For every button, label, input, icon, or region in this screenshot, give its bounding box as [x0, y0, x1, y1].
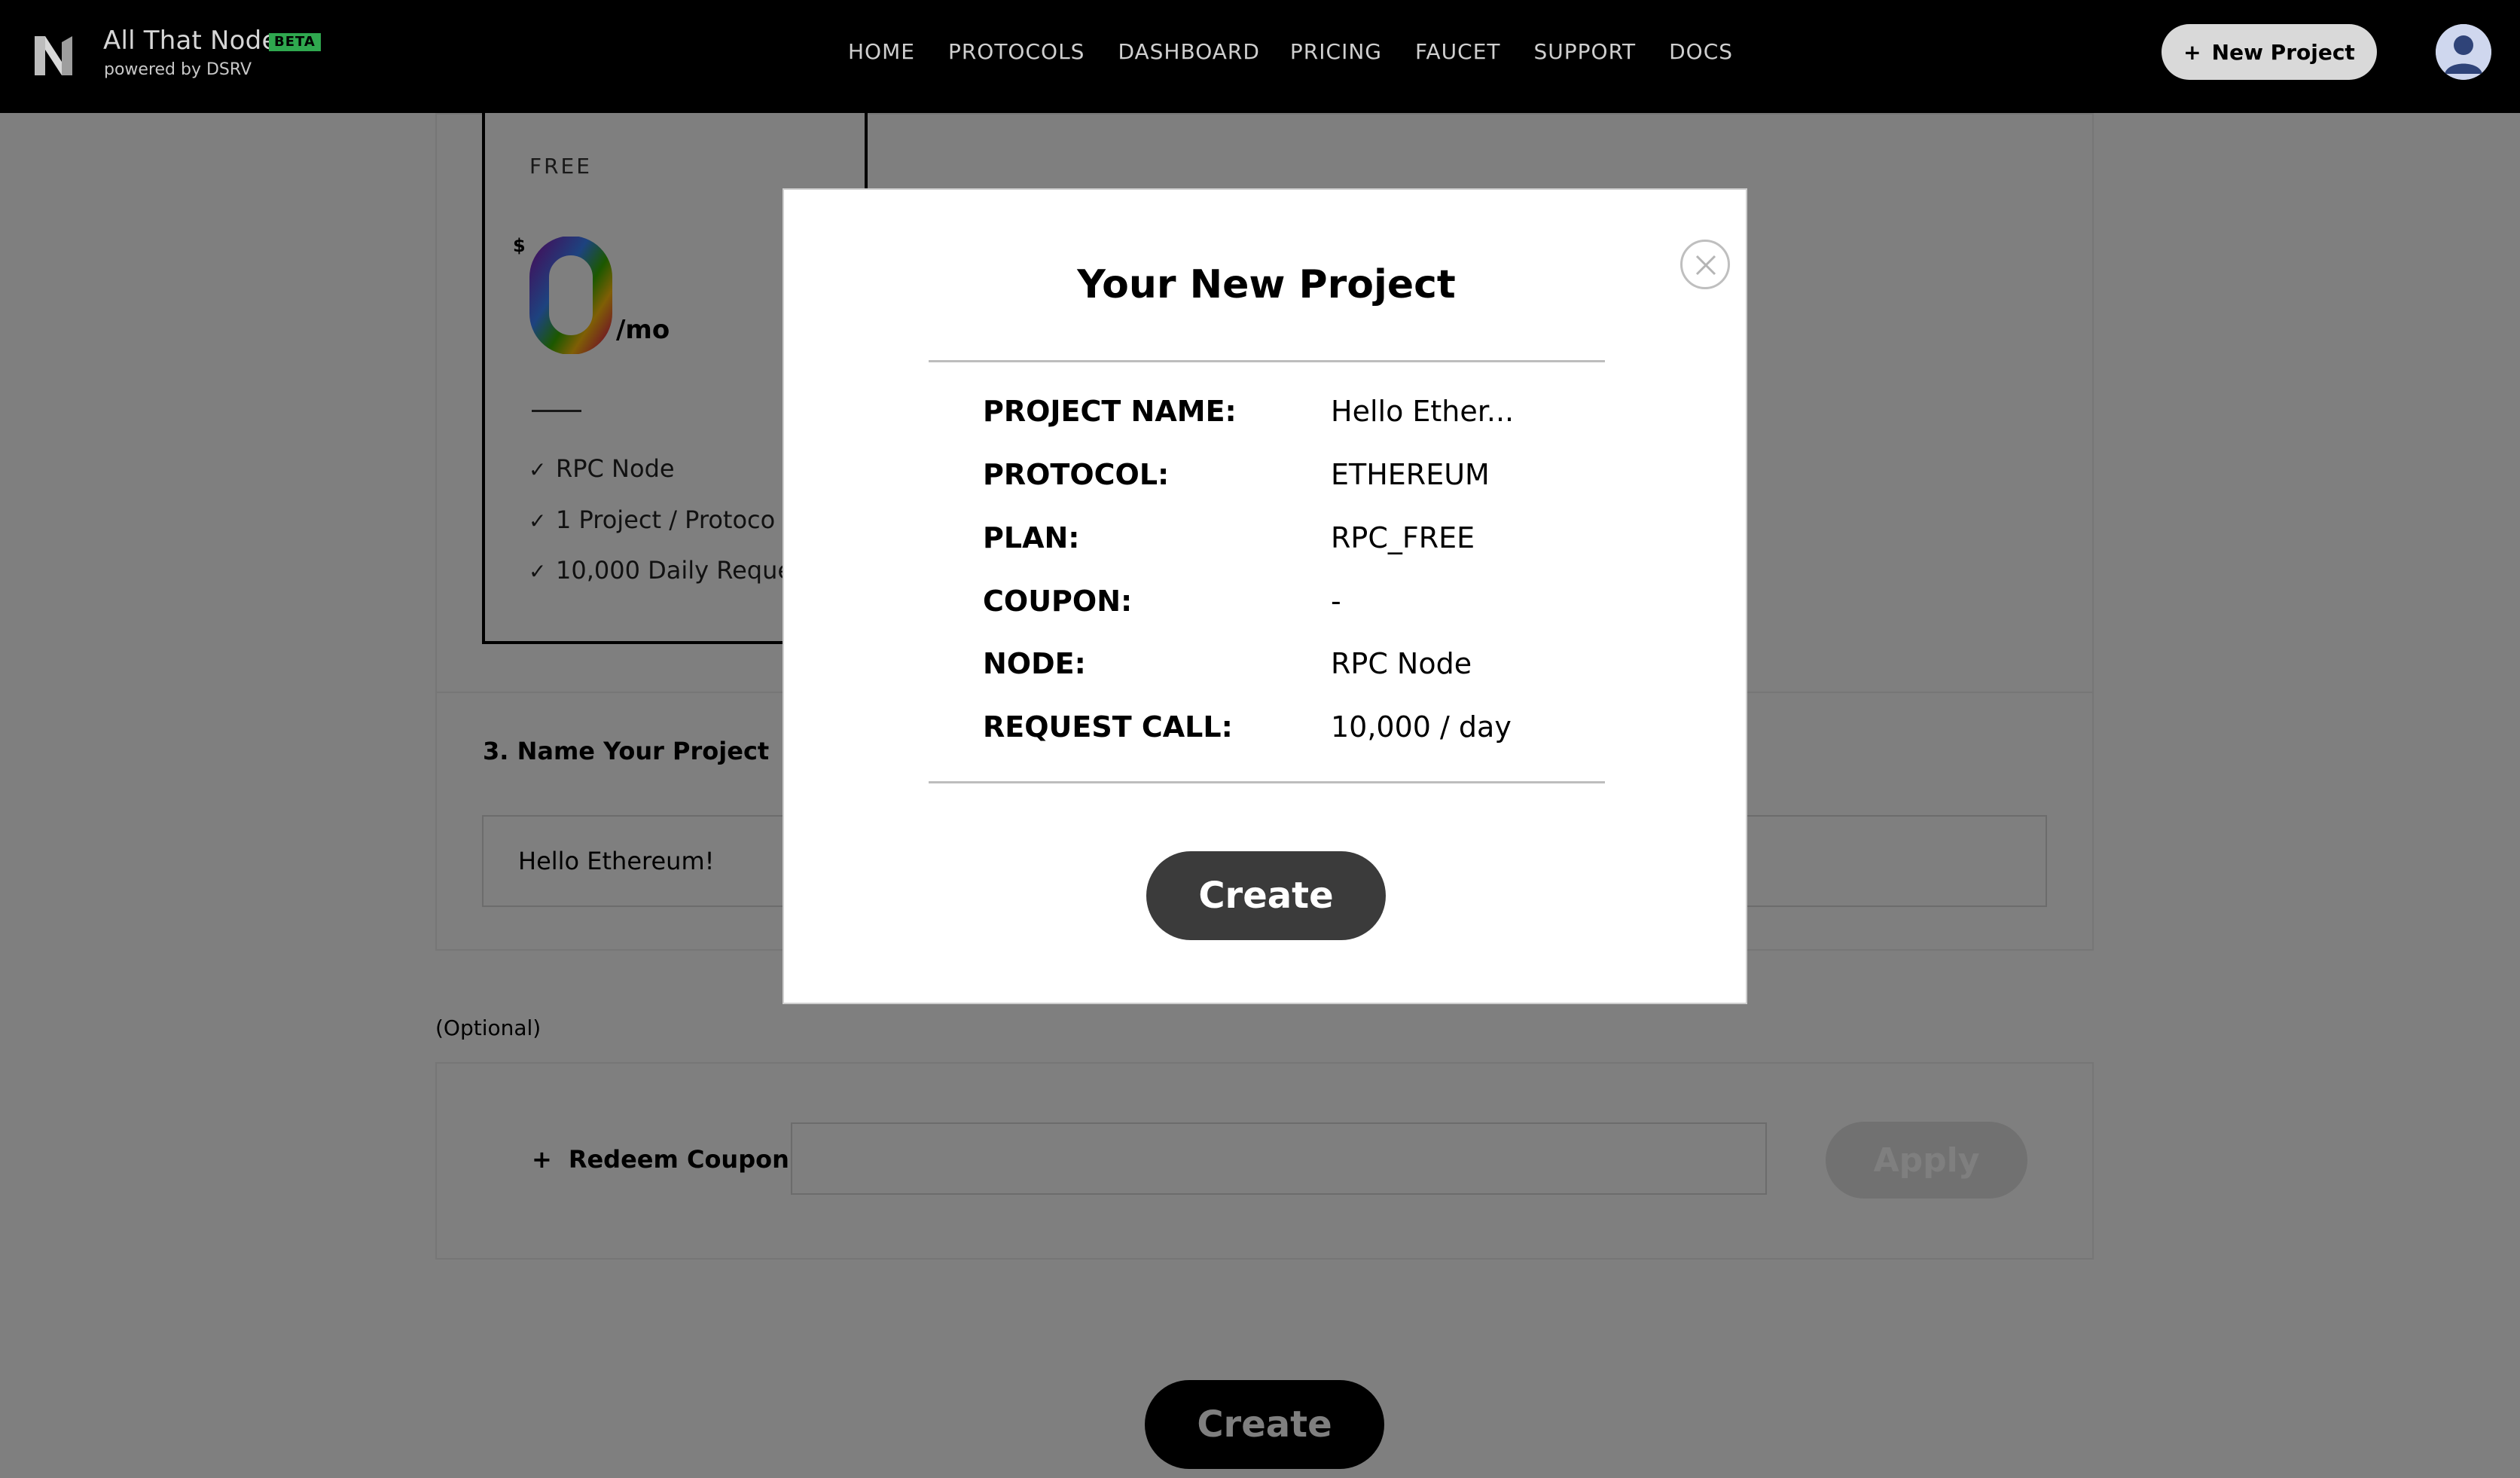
modal-divider: [929, 781, 1605, 783]
summary-row-request-call: REQUEST CALL: 10,000 / day: [983, 710, 1585, 756]
modal-title: Your New Project: [1077, 262, 1456, 307]
summary-value: Hello Ether...: [1331, 395, 1515, 428]
summary-row-plan: PLAN: RPC_FREE: [983, 521, 1585, 566]
summary-label: PROJECT NAME:: [983, 395, 1237, 428]
nav-protocols[interactable]: PROTOCOLS: [948, 39, 1085, 64]
user-avatar-icon[interactable]: [2436, 24, 2491, 80]
summary-row-node: NODE: RPC Node: [983, 647, 1585, 692]
main-nav: HOME PROTOCOLS DASHBOARD PRICING FAUCET …: [848, 39, 1766, 64]
summary-value: 10,000 / day: [1331, 710, 1512, 744]
new-project-label: New Project: [2211, 39, 2355, 65]
top-navbar: All That Node BETA powered by DSRV HOME …: [0, 0, 2520, 113]
beta-badge: BETA: [269, 33, 321, 51]
modal-create-button[interactable]: Create: [1146, 851, 1386, 940]
plus-icon: +: [2183, 39, 2201, 65]
nav-home[interactable]: HOME: [848, 39, 915, 64]
summary-value: RPC Node: [1331, 647, 1472, 680]
nav-faucet[interactable]: FAUCET: [1415, 39, 1501, 64]
all-that-node-logo[interactable]: [35, 36, 72, 75]
brand-subtitle: powered by DSRV: [104, 60, 252, 79]
summary-label: NODE:: [983, 647, 1086, 680]
new-project-modal: Your New Project PROJECT NAME: Hello Eth…: [783, 188, 1747, 1004]
summary-label: COUPON:: [983, 585, 1133, 618]
nav-docs[interactable]: DOCS: [1669, 39, 1733, 64]
nav-support[interactable]: SUPPORT: [1534, 39, 1637, 64]
brand-name[interactable]: All That Node: [103, 26, 278, 56]
summary-label: PROTOCOL:: [983, 458, 1170, 491]
summary-label: REQUEST CALL:: [983, 710, 1233, 744]
summary-value: ETHEREUM: [1331, 458, 1490, 491]
summary-row-coupon: COUPON: -: [983, 585, 1585, 630]
nav-pricing[interactable]: PRICING: [1290, 39, 1382, 64]
summary-value: RPC_FREE: [1331, 521, 1475, 554]
summary-row-project-name: PROJECT NAME: Hello Ether...: [983, 395, 1585, 440]
summary-value: -: [1331, 585, 1341, 618]
new-project-button[interactable]: + New Project: [2162, 24, 2377, 80]
summary-row-protocol: PROTOCOL: ETHEREUM: [983, 458, 1585, 503]
summary-label: PLAN:: [983, 521, 1080, 554]
modal-divider: [929, 360, 1605, 362]
nav-dashboard[interactable]: DASHBOARD: [1118, 39, 1259, 64]
